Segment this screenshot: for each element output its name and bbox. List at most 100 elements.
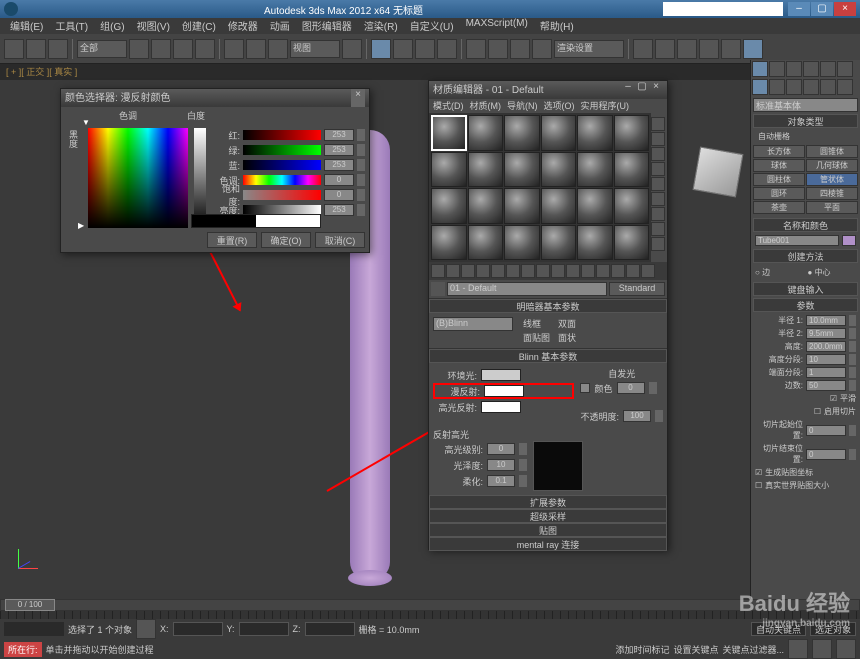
menu-item[interactable]: 修改器 xyxy=(222,18,264,34)
undo-button[interactable] xyxy=(4,39,24,59)
add-time-tag[interactable]: 添加时间标记 xyxy=(615,643,669,656)
viewport-label[interactable]: [ + ][ 正交 ][ 真实 ] xyxy=(0,64,860,80)
color-value[interactable]: 253 xyxy=(324,129,354,141)
schematic-button[interactable] xyxy=(655,39,675,59)
named-sel-button[interactable] xyxy=(466,39,486,59)
primitive-button[interactable]: 几何球体 xyxy=(806,159,858,172)
material-side-button[interactable] xyxy=(651,162,665,176)
object-type-rollout[interactable]: 对象类型 xyxy=(753,114,858,128)
param-input[interactable]: 9.5mm xyxy=(806,328,846,339)
spinner[interactable] xyxy=(849,341,856,352)
minimize-button[interactable]: – xyxy=(788,2,810,16)
primitive-button[interactable]: 圆锥体 xyxy=(806,145,858,158)
shader-dropdown[interactable]: (B)Blinn xyxy=(433,317,513,331)
menu-item[interactable]: 组(G) xyxy=(94,18,130,34)
menu-item[interactable]: 编辑(E) xyxy=(4,18,49,34)
menu-item[interactable]: 自定义(U) xyxy=(404,18,460,34)
name-color-rollout[interactable]: 名称和颜色 xyxy=(753,218,858,232)
material-menu-item[interactable]: 实用程序(U) xyxy=(581,99,630,113)
redo-button[interactable] xyxy=(26,39,46,59)
gloss-value[interactable]: 10 xyxy=(487,459,515,471)
primitive-button[interactable]: 平面 xyxy=(806,201,858,214)
shapes-subtab[interactable] xyxy=(769,79,785,95)
params-rollout[interactable]: 参数 xyxy=(753,298,858,312)
play-button[interactable] xyxy=(812,639,832,659)
spinner[interactable] xyxy=(357,159,365,171)
material-slot[interactable] xyxy=(468,225,504,261)
percent-snap-button[interactable] xyxy=(415,39,435,59)
material-editor-min[interactable]: – xyxy=(621,81,635,99)
material-slot[interactable] xyxy=(504,225,540,261)
menu-item[interactable]: 创建(C) xyxy=(176,18,222,34)
selfillum-value[interactable]: 0 xyxy=(617,382,645,394)
material-slot[interactable] xyxy=(577,115,613,151)
basic-rollout-header[interactable]: Blinn 基本参数 xyxy=(429,349,667,363)
material-slot[interactable] xyxy=(577,188,613,224)
close-button[interactable]: × xyxy=(834,2,856,16)
material-tool-button[interactable] xyxy=(536,264,550,278)
material-side-button[interactable] xyxy=(651,132,665,146)
material-editor-button[interactable] xyxy=(677,39,697,59)
material-slot[interactable] xyxy=(541,225,577,261)
keyfilter-button[interactable]: 关键点过滤器... xyxy=(722,643,784,656)
material-slot[interactable] xyxy=(614,188,650,224)
material-side-button[interactable] xyxy=(651,117,665,131)
object-name-input[interactable]: Tube001 xyxy=(755,235,839,246)
object-color-swatch[interactable] xyxy=(842,235,856,246)
color-picker-close[interactable]: × xyxy=(351,89,365,107)
diffuse-swatch[interactable] xyxy=(484,385,524,397)
primitive-button[interactable]: 四棱锥 xyxy=(806,187,858,200)
material-tool-button[interactable] xyxy=(446,264,460,278)
material-side-button[interactable] xyxy=(651,207,665,221)
modify-tab[interactable] xyxy=(769,61,785,77)
color-slider[interactable] xyxy=(243,130,321,140)
material-side-button[interactable] xyxy=(651,192,665,206)
material-tool-button[interactable] xyxy=(521,264,535,278)
pivot-button[interactable] xyxy=(342,39,362,59)
move-button[interactable] xyxy=(224,39,244,59)
material-type-button[interactable]: Standard xyxy=(609,282,665,296)
y-input[interactable] xyxy=(239,622,289,636)
play-next-button[interactable] xyxy=(836,639,856,659)
material-slot[interactable] xyxy=(614,115,650,151)
material-side-button[interactable] xyxy=(651,147,665,161)
ok-button[interactable]: 确定(O) xyxy=(261,232,311,248)
material-slot[interactable] xyxy=(431,115,467,151)
param-input[interactable]: 50 xyxy=(806,380,846,391)
primitive-button[interactable]: 管状体 xyxy=(806,173,858,186)
spinner[interactable] xyxy=(849,380,856,391)
material-slot[interactable] xyxy=(541,115,577,151)
menu-item[interactable]: 图形编辑器 xyxy=(296,18,358,34)
reset-button[interactable]: 重置(R) xyxy=(207,232,257,248)
primitive-button[interactable]: 球体 xyxy=(753,159,805,172)
material-slot[interactable] xyxy=(541,152,577,188)
material-name-dropdown[interactable]: 01 - Default xyxy=(447,282,607,296)
material-tool-button[interactable] xyxy=(476,264,490,278)
menu-item[interactable]: 视图(V) xyxy=(131,18,176,34)
rotate-button[interactable] xyxy=(246,39,266,59)
spinner[interactable] xyxy=(357,144,365,156)
curve-editor-button[interactable] xyxy=(633,39,653,59)
menu-item[interactable]: MAXScript(M) xyxy=(460,18,534,34)
param-input[interactable]: 10.0mm xyxy=(806,315,846,326)
script-mini[interactable] xyxy=(4,622,64,636)
material-tool-button[interactable] xyxy=(596,264,610,278)
material-slot[interactable] xyxy=(431,225,467,261)
spinner[interactable] xyxy=(849,328,856,339)
window-crossing-button[interactable] xyxy=(195,39,215,59)
create-method-rollout[interactable]: 创建方法 xyxy=(753,249,858,263)
select-button[interactable] xyxy=(129,39,149,59)
rollout-header[interactable]: 超级采样 xyxy=(429,509,667,523)
space-warps-subtab[interactable] xyxy=(837,79,853,95)
primitive-button[interactable]: 圆柱体 xyxy=(753,173,805,186)
utilities-tab[interactable] xyxy=(837,61,853,77)
cameras-subtab[interactable] xyxy=(803,79,819,95)
material-tool-button[interactable] xyxy=(581,264,595,278)
scale-button[interactable] xyxy=(268,39,288,59)
material-tool-button[interactable] xyxy=(431,264,445,278)
motion-tab[interactable] xyxy=(803,61,819,77)
menu-item[interactable]: 工具(T) xyxy=(49,18,94,34)
material-slot[interactable] xyxy=(577,152,613,188)
render-setup-button[interactable] xyxy=(699,39,719,59)
color-value[interactable]: 253 xyxy=(324,144,354,156)
